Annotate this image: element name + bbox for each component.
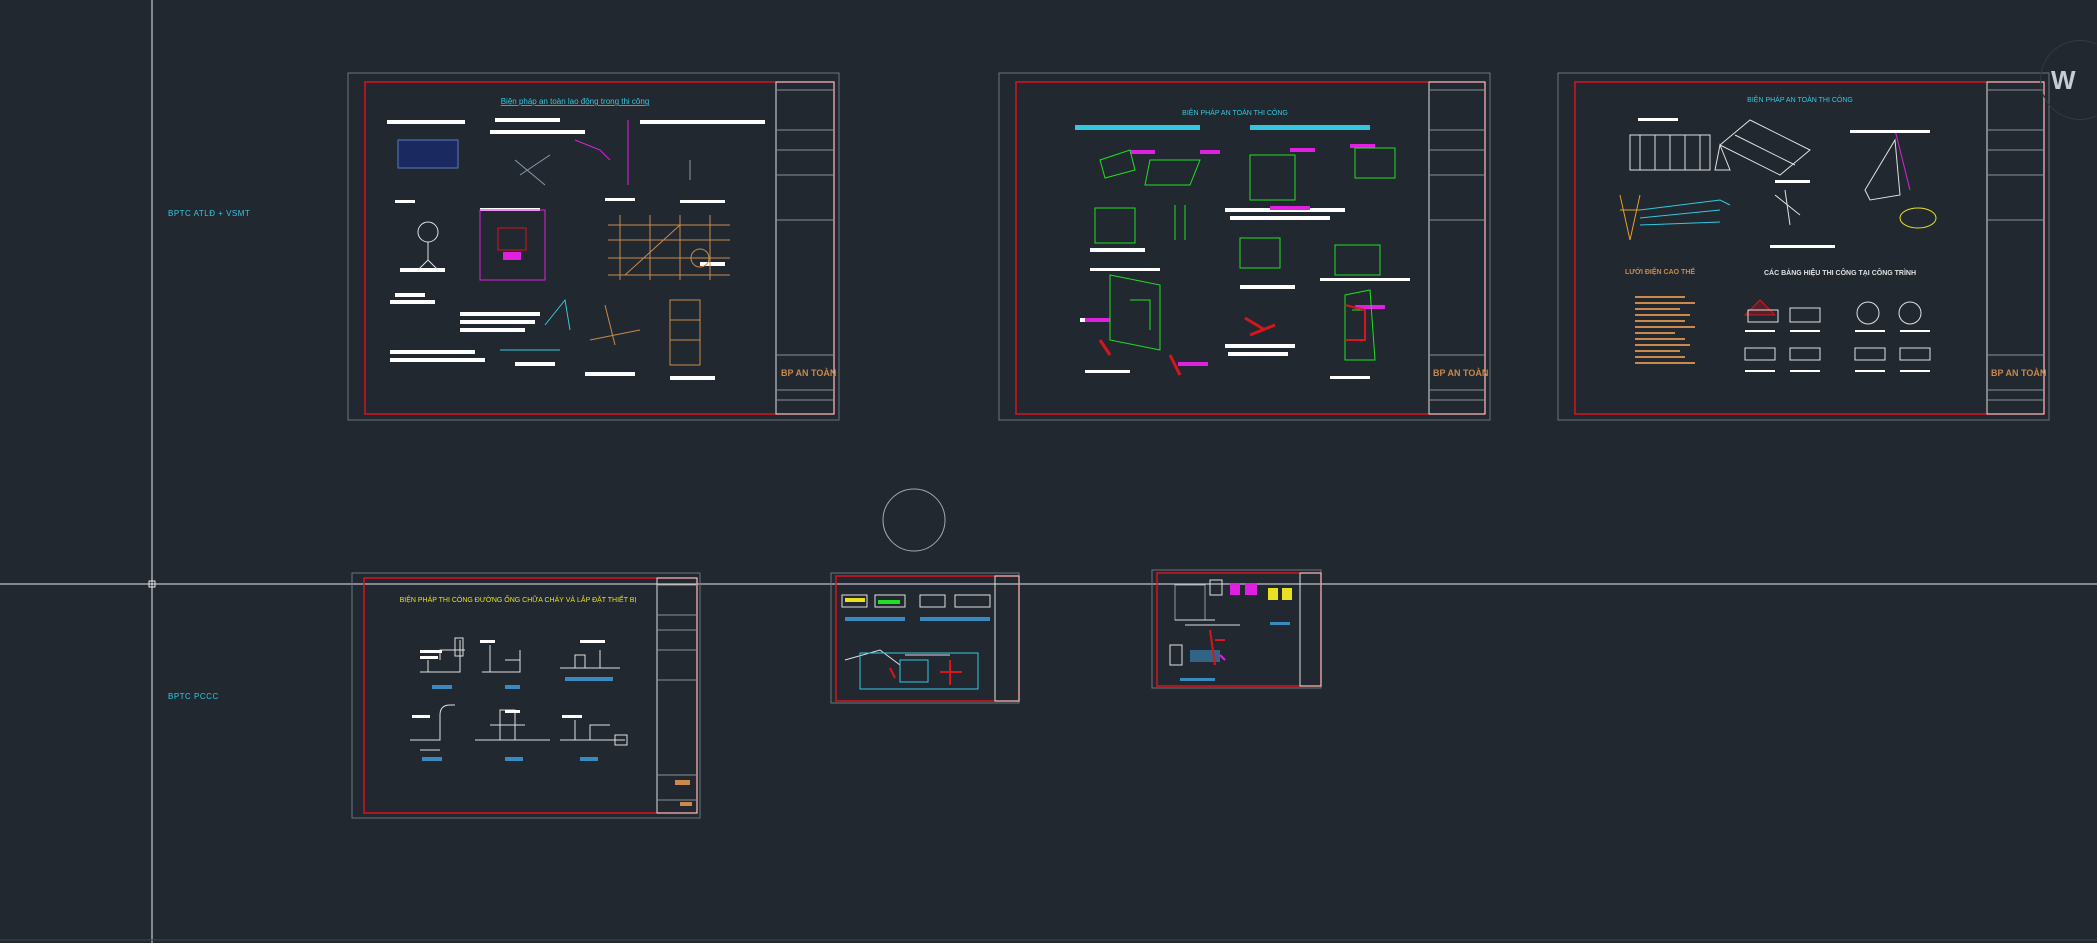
sheet-6[interactable] [1151, 569, 1322, 689]
model-space-canvas[interactable]: Biện pháp an toàn lao động trong thi côn… [0, 0, 2097, 943]
sheet-4-title: BIỆN PHÁP THI CÔNG ĐƯỜNG ỐNG CHỮA CHÁY V… [400, 594, 637, 604]
viewcube-label: W [2051, 64, 2076, 95]
sheet-3-stamp: BP AN TOÀN [1991, 368, 2046, 378]
sheet-2-title: BIỆN PHÁP AN TOÀN THI CÔNG [1182, 108, 1288, 117]
sheet-3-subtitle-power-lines: LƯỚI ĐIỆN CAO THẾ [1625, 266, 1695, 276]
sheet-2-magenta-labels [1085, 144, 1385, 366]
sheet-4-cyan-bars [422, 677, 613, 761]
sheet-1-stamp: BP AN TOÀN [781, 368, 836, 378]
layout-group-label-pccc: BPTC PCCC [168, 692, 219, 701]
sheet-2-stamp: BP AN TOÀN [1433, 368, 1488, 378]
sheet-2[interactable]: BIỆN PHÁP AN TOÀN THI CÔNG BP AN TOÀN [998, 72, 1491, 421]
sheet-3-title: BIỆN PHÁP AN TOÀN THI CÔNG [1747, 95, 1853, 104]
sheet-6-content [1169, 579, 1292, 681]
sheet-4-tb-mark-2 [680, 802, 692, 806]
sheet-4-tb-mark [675, 780, 690, 785]
nav-circle[interactable] [882, 488, 946, 552]
title-block-3 [1987, 89, 2044, 401]
layout-group-label-atld: BPTC ATLĐ + VSMT [168, 209, 251, 218]
title-block-1 [776, 89, 834, 401]
sheet-2-cyan-bars [1075, 125, 1370, 130]
title-block-2 [1429, 89, 1485, 401]
sheet-5[interactable] [830, 572, 1020, 704]
sheet-5-content [841, 594, 991, 690]
sheet-4-drawings [410, 637, 628, 751]
sheet-3-drawings [1619, 119, 1937, 361]
sheet-3[interactable]: BIỆN PHÁP AN TOÀN THI CÔNG LƯỚI ĐIỆN CAO… [1557, 72, 2050, 421]
sheet-2-drawings [1094, 147, 1396, 376]
sheet-1-legend-box [397, 139, 459, 169]
sheet-1-title: Biện pháp an toàn lao động trong thi côn… [501, 97, 650, 106]
title-block-4 [657, 584, 697, 801]
sheet-3-white-labels [1638, 118, 1930, 372]
sheet-3-orange-text [1635, 296, 1695, 364]
sheet-1[interactable]: Biện pháp an toàn lao động trong thi côn… [347, 72, 840, 421]
sheet-2-text-blocks [1080, 208, 1410, 379]
sheet-4[interactable]: BIỆN PHÁP THI CÔNG ĐƯỜNG ỐNG CHỮA CHÁY V… [351, 572, 701, 819]
sheet-3-subtitle-signs: CÁC BẢNG HIỆU THI CÔNG TẠI CÔNG TRÌNH [1764, 268, 1916, 277]
